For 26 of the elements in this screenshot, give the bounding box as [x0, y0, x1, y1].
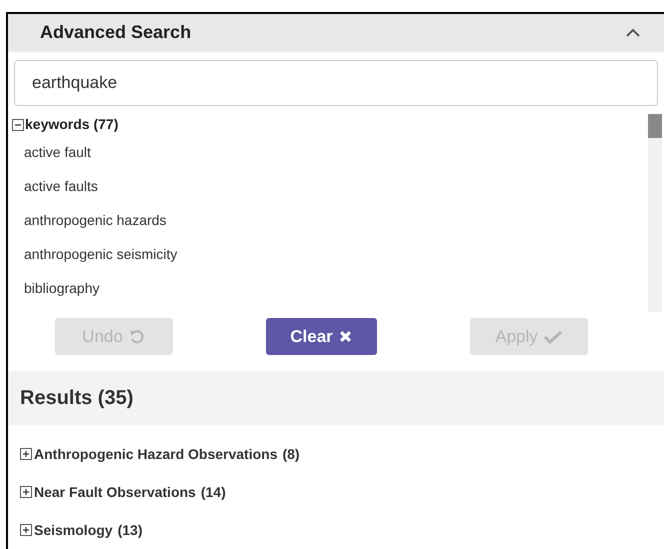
result-group[interactable]: Near Fault Observations	[34, 482, 196, 503]
facet-heading[interactable]: keywords (77)	[25, 114, 118, 136]
chevron-icon[interactable]	[626, 28, 640, 38]
collapse-icon[interactable]	[12, 118, 24, 131]
expand-icon[interactable]	[20, 486, 32, 498]
close-icon	[338, 330, 352, 344]
keyword-item[interactable]: bibliography	[12, 272, 100, 306]
check-icon	[544, 330, 562, 344]
result-count: (14)	[200, 482, 226, 502]
expand-icon[interactable]	[20, 524, 32, 536]
keyword-item[interactable]: anthropogenic hazards	[12, 204, 166, 238]
undo-icon	[128, 328, 145, 345]
search-field[interactable]: earthquake	[14, 60, 658, 106]
expand-icon[interactable]	[20, 448, 32, 460]
keyword-item[interactable]: anthropogenic seismicity	[12, 238, 178, 272]
result-group[interactable]: Seismology	[34, 520, 113, 541]
result-group[interactable]: Anthropogenic Hazard Observations	[34, 444, 278, 465]
result-count: (8)	[282, 444, 300, 464]
clear-button[interactable]: Clear	[266, 318, 376, 356]
panel-title: Advanced Search	[40, 21, 192, 44]
results-title: Results (35)	[20, 386, 134, 412]
keyword-item[interactable]: active fault	[12, 136, 91, 170]
scrollbar[interactable]	[648, 114, 662, 312]
keyword-item[interactable]: active faults	[12, 170, 98, 204]
scrollbar-thumb[interactable]	[648, 114, 662, 138]
result-count: (13)	[118, 520, 142, 540]
